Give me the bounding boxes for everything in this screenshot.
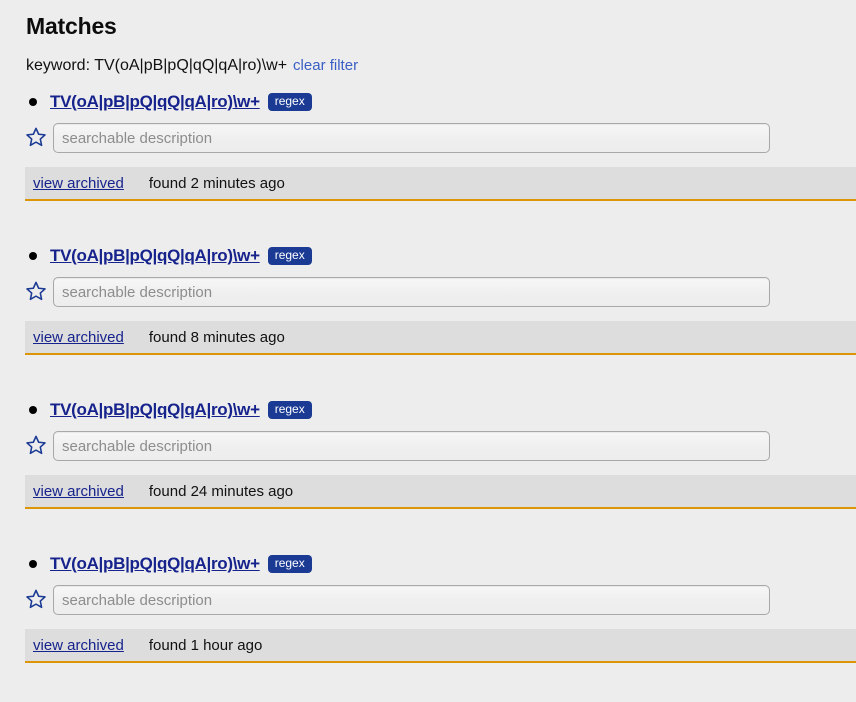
result-footer: view archived found 2 minutes ago	[25, 167, 856, 201]
result-item: TV(oA|pB|pQ|qQ|qA|ro)\w+ regex view arch…	[0, 552, 856, 663]
result-body	[0, 430, 856, 462]
results-list: TV(oA|pB|pQ|qQ|qA|ro)\w+ regex view arch…	[0, 90, 856, 663]
filter-keyword-value: TV(oA|pB|pQ|qQ|qA|ro)\w+	[94, 57, 288, 74]
view-archived-link[interactable]: view archived	[33, 175, 124, 192]
result-header: TV(oA|pB|pQ|qQ|qA|ro)\w+ regex	[0, 552, 856, 576]
result-title-link[interactable]: TV(oA|pB|pQ|qQ|qA|ro)\w+	[50, 554, 260, 574]
star-outline-icon[interactable]	[25, 588, 47, 610]
matches-page: Matches keyword: TV(oA|pB|pQ|qQ|qA|ro)\w…	[0, 0, 856, 702]
searchable-description-input[interactable]	[53, 123, 770, 153]
found-time-text: found 2 minutes ago	[148, 174, 285, 192]
view-archived-link[interactable]: view archived	[33, 329, 124, 346]
view-archived-link[interactable]: view archived	[33, 637, 124, 654]
result-header: TV(oA|pB|pQ|qQ|qA|ro)\w+ regex	[0, 244, 856, 268]
result-item: TV(oA|pB|pQ|qQ|qA|ro)\w+ regex view arch…	[0, 244, 856, 355]
bullet-dot-icon	[29, 560, 37, 568]
page-title: Matches	[26, 13, 117, 39]
view-archived-link[interactable]: view archived	[33, 483, 124, 500]
result-item: TV(oA|pB|pQ|qQ|qA|ro)\w+ regex view arch…	[0, 398, 856, 509]
filter-keyword-label: keyword:	[26, 57, 91, 74]
status-badge-regex[interactable]: regex	[267, 93, 312, 111]
result-footer: view archived found 1 hour ago	[25, 629, 856, 663]
found-time-text: found 1 hour ago	[148, 636, 263, 654]
clear-filter-link[interactable]: clear filter	[293, 57, 358, 74]
result-header: TV(oA|pB|pQ|qQ|qA|ro)\w+ regex	[0, 90, 856, 114]
result-title-link[interactable]: TV(oA|pB|pQ|qQ|qA|ro)\w+	[50, 92, 260, 112]
result-item: TV(oA|pB|pQ|qQ|qA|ro)\w+ regex view arch…	[0, 90, 856, 201]
found-time-text: found 24 minutes ago	[148, 482, 294, 500]
star-outline-icon[interactable]	[25, 434, 47, 456]
result-body	[0, 276, 856, 308]
status-badge-regex[interactable]: regex	[267, 401, 312, 419]
status-badge-regex[interactable]: regex	[267, 555, 312, 573]
searchable-description-input[interactable]	[53, 431, 770, 461]
star-outline-icon[interactable]	[25, 280, 47, 302]
result-footer: view archived found 24 minutes ago	[25, 475, 856, 509]
result-title-link[interactable]: TV(oA|pB|pQ|qQ|qA|ro)\w+	[50, 246, 260, 266]
filter-summary: keyword: TV(oA|pB|pQ|qQ|qA|ro)\w+ clear f…	[0, 40, 856, 76]
found-time-text: found 8 minutes ago	[148, 328, 285, 346]
bullet-dot-icon	[29, 406, 37, 414]
result-footer: view archived found 8 minutes ago	[25, 321, 856, 355]
star-outline-icon[interactable]	[25, 126, 47, 148]
result-header: TV(oA|pB|pQ|qQ|qA|ro)\w+ regex	[0, 398, 856, 422]
status-badge-regex[interactable]: regex	[267, 247, 312, 265]
bullet-dot-icon	[29, 252, 37, 260]
result-body	[0, 122, 856, 154]
result-body	[0, 584, 856, 616]
bullet-dot-icon	[29, 98, 37, 106]
searchable-description-input[interactable]	[53, 585, 770, 615]
searchable-description-input[interactable]	[53, 277, 770, 307]
result-title-link[interactable]: TV(oA|pB|pQ|qQ|qA|ro)\w+	[50, 400, 260, 420]
